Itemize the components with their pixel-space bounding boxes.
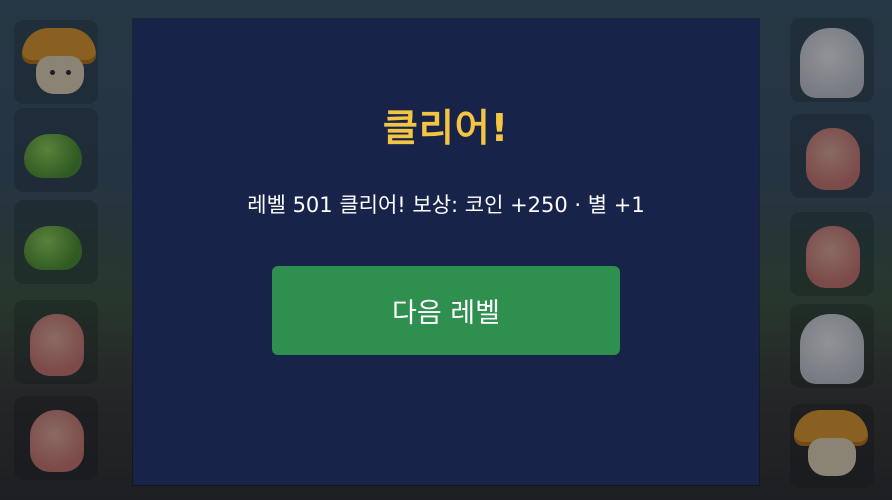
next-level-button[interactable]: 다음 레벨: [272, 266, 620, 355]
level-clear-dialog: 클리어! 레벨 501 클리어! 보상: 코인 +250 · 별 +1 다음 레…: [133, 19, 759, 485]
dialog-title: 클리어!: [382, 106, 510, 150]
reward-message: 레벨 501 클리어! 보상: 코인 +250 · 별 +1: [247, 193, 645, 217]
